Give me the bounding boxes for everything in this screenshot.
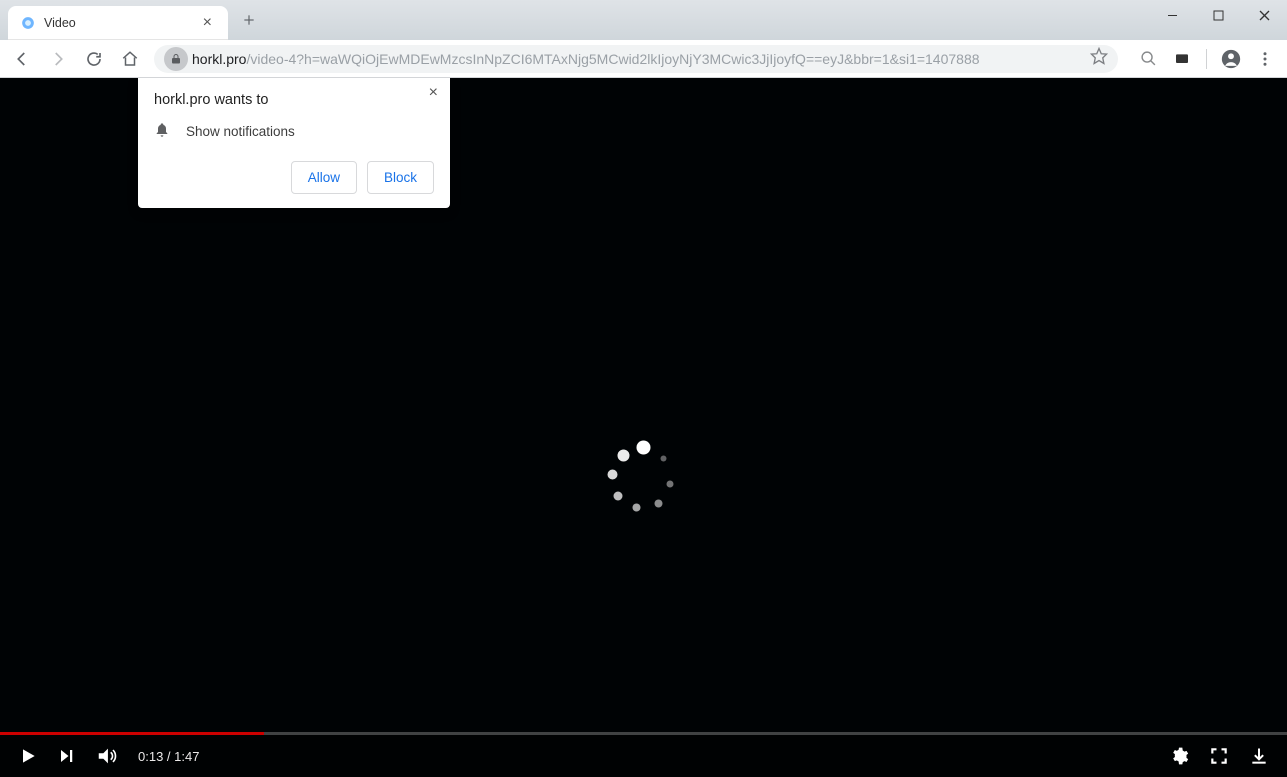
fullscreen-button[interactable]	[1209, 746, 1229, 766]
permission-request-text: Show notifications	[186, 124, 295, 139]
video-time-display: 0:13 / 1:47	[138, 749, 199, 764]
video-controls: 0:13 / 1:47	[0, 735, 1287, 777]
tab-title: Video	[44, 16, 199, 30]
favicon-icon	[20, 15, 36, 31]
forward-button[interactable]	[42, 43, 74, 75]
permission-actions: Allow Block	[154, 161, 434, 194]
next-button[interactable]	[58, 747, 76, 765]
tab-strip: Video ×	[0, 0, 264, 40]
toolbar-separator	[1206, 49, 1207, 69]
play-button[interactable]	[18, 746, 38, 766]
close-tab-icon[interactable]: ×	[199, 15, 216, 31]
url-path: /video-4?h=waWQiOjEwMDEwMzcsInNpZCI6MTAx…	[246, 51, 979, 67]
title-bar: Video ×	[0, 0, 1287, 40]
permission-close-button[interactable]: ×	[425, 82, 442, 104]
bell-icon	[154, 122, 170, 141]
browser-tab[interactable]: Video ×	[8, 6, 228, 40]
reload-button[interactable]	[78, 43, 110, 75]
main-menu-button[interactable]	[1249, 43, 1281, 75]
settings-button[interactable]	[1169, 746, 1189, 766]
profile-button[interactable]	[1215, 43, 1247, 75]
window-controls	[1149, 0, 1287, 30]
url-host: horkl.pro	[192, 51, 246, 67]
permission-title: horkl.pro wants to	[154, 92, 434, 108]
home-button[interactable]	[114, 43, 146, 75]
browser-toolbar: horkl.pro/video-4?h=waWQiOjEwMDEwMzcsInN…	[0, 40, 1287, 78]
bookmark-button[interactable]	[1090, 47, 1108, 70]
time-separator: /	[163, 749, 174, 764]
current-time: 0:13	[138, 749, 163, 764]
toolbar-right	[1132, 43, 1281, 75]
minimize-button[interactable]	[1149, 0, 1195, 30]
block-button[interactable]: Block	[367, 161, 434, 194]
back-button[interactable]	[6, 43, 38, 75]
duration: 1:47	[174, 749, 199, 764]
new-tab-button[interactable]	[234, 5, 264, 35]
site-info-button[interactable]	[164, 47, 188, 71]
permission-request-row: Show notifications	[154, 122, 434, 141]
maximize-button[interactable]	[1195, 0, 1241, 30]
address-bar[interactable]: horkl.pro/video-4?h=waWQiOjEwMDEwMzcsInN…	[154, 45, 1118, 73]
zoom-icon[interactable]	[1132, 43, 1164, 75]
page-content: × horkl.pro wants to Show notifications …	[0, 78, 1287, 777]
download-button[interactable]	[1249, 746, 1269, 766]
extension-icon[interactable]	[1166, 43, 1198, 75]
allow-button[interactable]: Allow	[291, 161, 357, 194]
loading-spinner-icon	[643, 478, 644, 479]
url-text: horkl.pro/video-4?h=waWQiOjEwMDEwMzcsInN…	[192, 51, 980, 67]
volume-button[interactable]	[96, 745, 118, 767]
window-close-button[interactable]	[1241, 0, 1287, 30]
permission-popup: × horkl.pro wants to Show notifications …	[138, 78, 450, 208]
